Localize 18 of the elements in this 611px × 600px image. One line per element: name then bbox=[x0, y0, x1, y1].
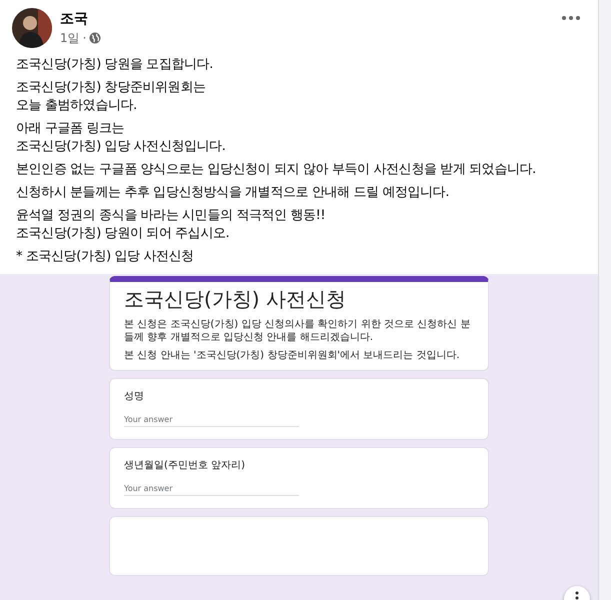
question-label: 성명 bbox=[124, 390, 145, 403]
post-text: 신청하시 분들께는 추후 입당신청방식을 개별적으로 안내해 드릴 예정입니다. bbox=[16, 184, 450, 202]
form-screenshot[interactable]: 조국신당(가칭) 사전신청 본 신청은 조국신당(가칭) 입당 신청의사를 확인하기 위한 것으로 신청하신 분들께 향후 개별적으로 입당신청 안내를 해드리겠습니다. 본 신청 안내는 '조국신당(가칭) 창당준비위원회'에서 보내드리는 것입니다. 성명 Your answer 생년월일(주민번호 앞자리) Your answer bbox=[0, 274, 598, 600]
post-text: 조국신당(가칭) 창당준비위원회는 오늘 출범하였습니다. bbox=[16, 79, 206, 115]
question-label: 생년월일(주민번호 앞자리) bbox=[124, 459, 246, 472]
form-title: 조국신당(가칭) 사전신청 bbox=[124, 286, 347, 313]
author-name[interactable]: 조국 bbox=[60, 10, 548, 28]
separator-dot: · bbox=[82, 31, 86, 45]
post-text: 아래 구글폼 링크는 조국신당(가칭) 입당 사전신청입니다. bbox=[16, 120, 227, 156]
form-description: 본 신청 안내는 '조국신당(가칭) 창당준비위원회'에서 보내드리는 것입니다. bbox=[124, 349, 461, 362]
answer-field[interactable]: Your answer bbox=[124, 413, 299, 427]
form-description: 본 신청은 조국신당(가칭) 입당 신청의사를 확인하기 위한 것으로 신청하신 분들께 향후 개별적으로 입당신청 안내를 해드리겠습니다. bbox=[124, 318, 472, 344]
post-text: * 조국신당(가칭) 입당 사전신청 bbox=[16, 248, 195, 266]
post-text: 조국신당(가칭) 당원을 모집합니다. bbox=[16, 56, 214, 74]
post-time[interactable]: 1일 bbox=[60, 30, 80, 46]
answer-field[interactable]: Your answer bbox=[124, 482, 299, 496]
post-text: 윤석열 정권의 종식을 바라는 시민들의 적극적인 행동!! 조국신당(가칭) 당원이 되어 주십시오. bbox=[16, 207, 326, 243]
post-text: 본인인증 없는 구글폼 양식으로는 입당신청이 되지 않아 부득이 사전신청을 받게 되었습니다. bbox=[16, 161, 537, 179]
